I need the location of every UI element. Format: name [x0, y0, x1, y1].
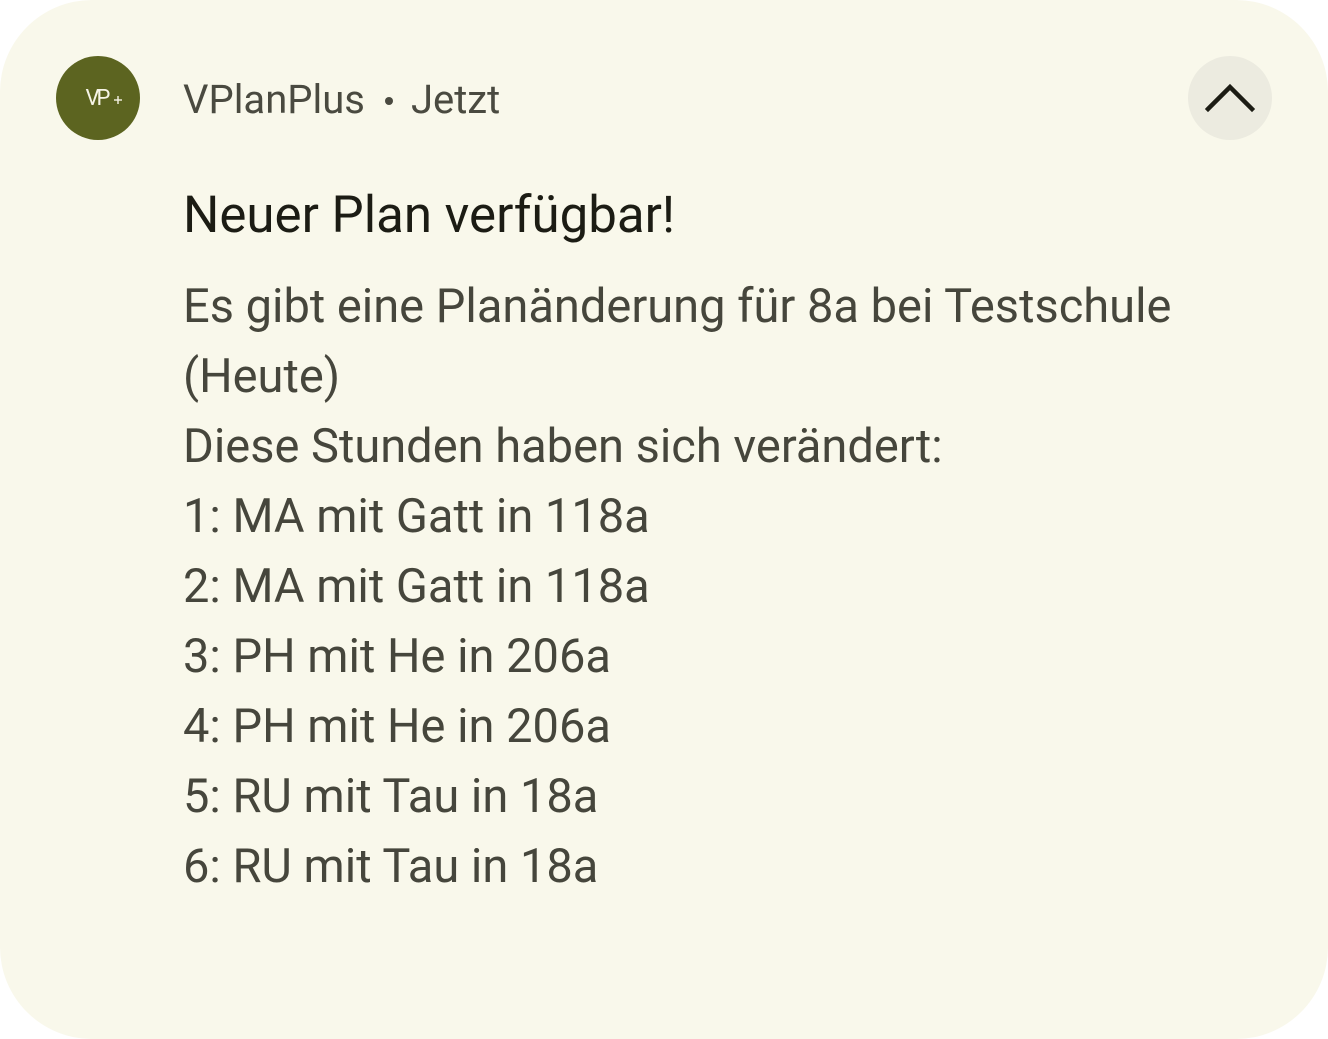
body-line: 2: MA mit Gatt in 118a [183, 559, 650, 614]
body-line: 1: MA mit Gatt in 118a [183, 489, 650, 544]
notification-title: Neuer Plan verfügbar! [183, 186, 676, 245]
plus-icon [114, 96, 122, 104]
notification-time: Jetzt [410, 76, 501, 123]
body-line: Es gibt eine Planänderung für 8a bei Tes… [183, 279, 1172, 334]
body-line: Diese Stunden haben sich verändert: [183, 419, 943, 474]
notification-header: VPlanPlus Jetzt [183, 74, 500, 126]
body-line: 3: PH mit He in 206a [183, 629, 611, 684]
notification-body: Es gibt eine Planänderung für 8a bei Tes… [183, 272, 1283, 902]
chevron-up-icon [1205, 83, 1255, 113]
body-line: 5: RU mit Tau in 18a [183, 769, 599, 824]
body-line: 6: RU mit Tau in 18a [183, 839, 599, 894]
app-icon: VP [56, 56, 140, 140]
body-line: (Heute) [183, 349, 341, 404]
notification-card[interactable]: VP VPlanPlus Jetzt Neuer Plan verfügbar!… [0, 0, 1328, 1039]
separator-dot [384, 97, 393, 105]
collapse-button[interactable] [1188, 56, 1272, 140]
app-icon-label: VP [85, 85, 111, 111]
app-name: VPlanPlus [183, 76, 365, 123]
body-line: 4: PH mit He in 206a [183, 699, 611, 754]
